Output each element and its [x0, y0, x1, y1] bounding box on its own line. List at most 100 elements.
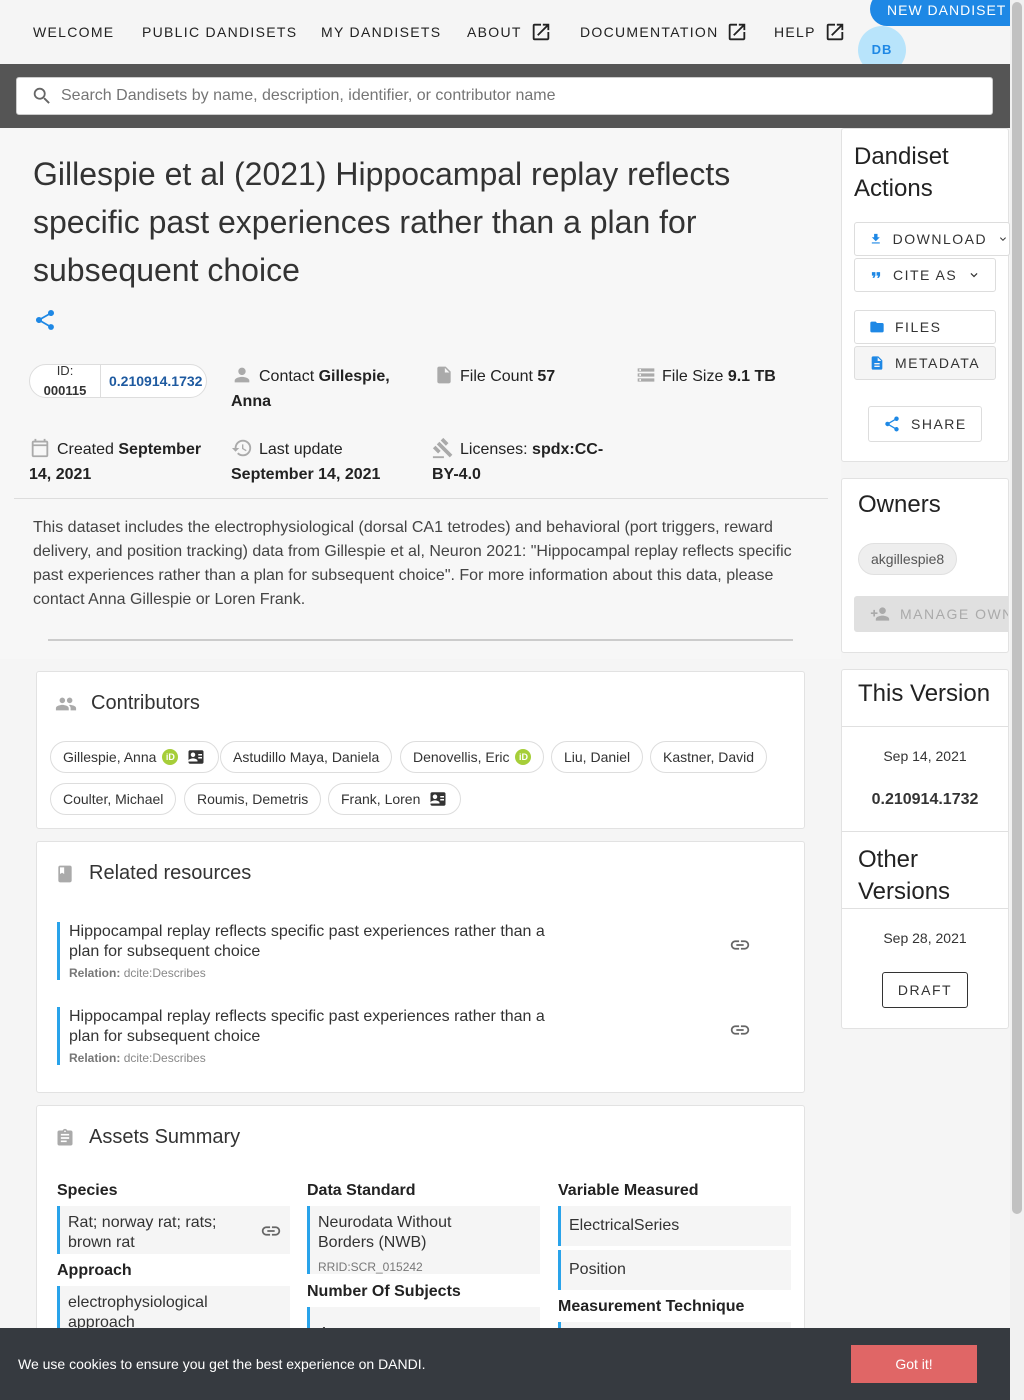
- cite-as-label: CITE AS: [893, 267, 958, 283]
- document-icon: [871, 356, 883, 370]
- draft-version-button[interactable]: DRAFT: [882, 972, 968, 1008]
- contributor-name: Kastner, David: [663, 749, 755, 765]
- contributor-name: Roumis, Demetris: [197, 791, 309, 807]
- contact-card-icon: [430, 792, 446, 806]
- other-version-date: Sep 28, 2021: [883, 930, 967, 946]
- updated-label: Last update: [259, 441, 343, 458]
- quote-icon: [871, 272, 881, 278]
- share-label: SHARE: [911, 416, 967, 432]
- versions-panel: This Version Sep 14, 2021 0.210914.1732 …: [841, 669, 1009, 1029]
- data-standard-label: Data Standard: [307, 1182, 416, 1199]
- divider: [14, 498, 828, 499]
- this-version-title: This Version: [858, 680, 991, 707]
- version-link[interactable]: 0.210914.1732: [100, 365, 202, 397]
- contributor-name: Coulter, Michael: [63, 791, 164, 807]
- orcid-icon[interactable]: iD: [515, 749, 532, 765]
- created-value: September 14, 2021: [29, 441, 202, 483]
- owner-chip[interactable]: akgillespie8: [858, 543, 958, 575]
- file-size-value: 9.1 TB: [727, 368, 776, 385]
- nav-about-label: ABOUT: [467, 24, 522, 40]
- nav-public-dandisets[interactable]: PUBLIC DANDISETS: [142, 0, 297, 64]
- nav-documentation[interactable]: DOCUMENTATION: [580, 0, 748, 64]
- measurement-technique-label: Measurement Technique: [558, 1298, 745, 1315]
- person-icon: [234, 367, 250, 383]
- share-button[interactable]: SHARE: [868, 406, 982, 442]
- download-label: DOWNLOAD: [892, 231, 988, 247]
- dandiset-title: Gillespie et al (2021) Hippocampal repla…: [33, 156, 731, 288]
- contact-card-icon: [188, 750, 204, 764]
- licenses-label: Licenses:: [460, 441, 528, 458]
- nav-documentation-label: DOCUMENTATION: [580, 24, 719, 40]
- file-size-label: File Size: [662, 368, 724, 385]
- variable-measured-text: ElectricalSeries: [569, 1217, 680, 1234]
- contributor-name: Gillespie, Anna: [63, 749, 157, 765]
- contributor-chip[interactable]: Liu, Daniel: [551, 741, 644, 773]
- nav-welcome-label: WELCOME: [33, 24, 115, 40]
- search-band: [0, 64, 1010, 128]
- nav-my-dandisets-label: MY DANDISETS: [321, 24, 442, 40]
- variable-measured-item: Position: [558, 1250, 791, 1290]
- orcid-icon[interactable]: iD: [162, 749, 179, 765]
- contributor-chip[interactable]: Astudillo Maya, Daniela: [220, 741, 393, 773]
- species-label: Species: [57, 1182, 118, 1199]
- contributor-chip[interactable]: Frank, Loren: [328, 783, 462, 815]
- share-icon[interactable]: [33, 308, 57, 337]
- contributor-chip[interactable]: Roumis, Demetris: [184, 783, 322, 815]
- contributor-name: Denovellis, Eric: [413, 749, 510, 765]
- link-icon[interactable]: [729, 934, 751, 961]
- cookie-accept-button[interactable]: Got it!: [851, 1345, 977, 1383]
- link-icon[interactable]: [729, 1019, 751, 1046]
- link-icon[interactable]: [260, 1220, 282, 1242]
- scrollbar[interactable]: [1010, 0, 1024, 1400]
- approach-text: electrophysiological approach: [68, 1294, 208, 1331]
- variable-measured-item: ElectricalSeries: [558, 1206, 791, 1246]
- contact-info: Contact Gillespie, Anna: [231, 364, 411, 414]
- number-of-subjects-label: Number Of Subjects: [307, 1283, 461, 1300]
- calendar-icon: [31, 438, 49, 458]
- metadata-button[interactable]: METADATA: [854, 346, 996, 380]
- variable-measured-text: Position: [569, 1261, 626, 1278]
- related-resource-item: Hippocampal replay reflects specific pas…: [57, 1007, 777, 1065]
- identifier: ID: 000115: [30, 361, 100, 401]
- related-resource-relation: Relation: dcite:Describes: [69, 1051, 777, 1065]
- new-dandiset-button[interactable]: NEW DANDISET: [870, 0, 1015, 26]
- download-button[interactable]: DOWNLOAD: [854, 222, 1010, 256]
- related-resources-card: Related resources Hippocampal replay ref…: [36, 841, 805, 1093]
- contributor-chip[interactable]: Denovellis, Eric iD: [400, 741, 545, 773]
- nav-my-dandisets[interactable]: MY DANDISETS: [321, 0, 441, 64]
- nav-help[interactable]: HELP: [774, 0, 846, 64]
- file-count-value: 57: [537, 368, 556, 385]
- files-button[interactable]: FILES: [854, 310, 996, 344]
- scrollbar-thumb[interactable]: [1012, 2, 1022, 1214]
- share-icon: [885, 416, 899, 432]
- manage-owners-button[interactable]: MANAGE OWN: [854, 596, 1008, 632]
- nav-welcome[interactable]: WELCOME: [33, 0, 114, 64]
- owner-name: akgillespie8: [871, 551, 945, 567]
- divider: [842, 726, 1008, 727]
- file-count-label: File Count: [460, 368, 533, 385]
- search-input[interactable]: [61, 87, 961, 105]
- metadata-label: METADATA: [895, 355, 981, 371]
- created-label: Created: [57, 441, 114, 458]
- related-resources-title: Related resources: [89, 862, 252, 884]
- identifier-label: ID:: [56, 363, 74, 378]
- history-icon: [231, 439, 252, 457]
- variable-measured-label: Variable Measured: [558, 1182, 699, 1199]
- files-label: FILES: [895, 319, 942, 335]
- identifier-value: 000115: [43, 383, 87, 398]
- contributor-chip[interactable]: Gillespie, Anna iD: [50, 741, 220, 773]
- file-icon: [437, 366, 451, 384]
- cookie-message: We use cookies to ensure you get the bes…: [18, 1356, 426, 1372]
- data-standard-value: Neurodata Without Borders (NWB) RRID:SCR…: [307, 1206, 540, 1274]
- contributor-chip[interactable]: Kastner, David: [650, 741, 768, 773]
- cite-as-button[interactable]: CITE AS: [854, 258, 996, 292]
- updated-value: September 14, 2021: [231, 466, 381, 483]
- contributors-title: Contributors: [91, 692, 200, 714]
- nav-public-dandisets-label: PUBLIC DANDISETS: [142, 24, 298, 40]
- identifier-chip: ID: 000115 0.210914.1732: [29, 361, 207, 401]
- nav-about[interactable]: ABOUT: [467, 0, 552, 64]
- contributor-name: Astudillo Maya, Daniela: [233, 749, 380, 765]
- contributor-chip[interactable]: Coulter, Michael: [50, 783, 177, 815]
- related-resource-title: Hippocampal replay reflects specific pas…: [69, 1008, 545, 1045]
- external-link-icon: [532, 23, 549, 41]
